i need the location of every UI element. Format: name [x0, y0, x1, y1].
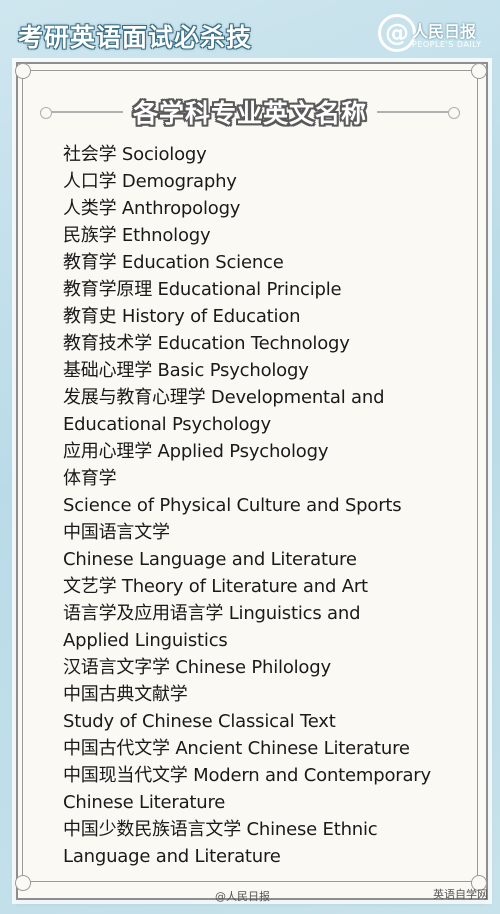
- list-item: 教育史 History of Education: [63, 306, 301, 327]
- list-item: 发展与教育心理学 Developmental and: [63, 387, 385, 408]
- list-item: 体育学: [63, 468, 117, 489]
- frame-corner-bottom-left: [15, 875, 31, 891]
- list-item: Chinese Language and Literature: [63, 549, 357, 570]
- header-ornament-right: [377, 107, 461, 119]
- frame-corner-top-right: [471, 63, 487, 79]
- logo-subtitle: PEOPLE'S DAILY: [412, 40, 482, 49]
- site-watermark: 英语自学网: [433, 888, 488, 901]
- list-item: 中国现当代文学 Modern and Contemporary: [63, 765, 431, 786]
- frame-corner-top-left: [15, 63, 31, 79]
- list-item: 中国古典文献学: [63, 684, 188, 705]
- list-item: 社会学 Sociology: [63, 144, 207, 165]
- list-item: 汉语言文字学 Chinese Philology: [63, 657, 331, 678]
- list-item: 教育学 Education Science: [63, 252, 284, 273]
- list-item: 人类学 Anthropology: [63, 198, 241, 219]
- card-title: 各学科专业英文名称: [133, 99, 368, 128]
- list-item: Study of Chinese Classical Text: [63, 711, 336, 732]
- list-item: 中国语言文学: [63, 522, 170, 543]
- list-item: Science of Physical Culture and Sports: [63, 495, 402, 516]
- list-item: 人口学 Demography: [63, 171, 237, 192]
- list-item: Educational Psychology: [63, 414, 271, 435]
- list-item: 基础心理学 Basic Psychology: [63, 360, 309, 381]
- logo-name: 人民日报: [412, 22, 477, 41]
- list-item: 文艺学 Theory of Literature and Art: [63, 576, 368, 597]
- header-ornament-left: [40, 107, 123, 119]
- card-header: 各学科专业英文名称: [40, 90, 461, 134]
- list-item: 教育学原理 Educational Principle: [63, 279, 342, 300]
- list-item: 语言学及应用语言学 Linguistics and: [63, 603, 361, 624]
- list-item: 中国少数民族语言文学 Chinese Ethnic: [63, 819, 378, 840]
- list-item: 中国古代文学 Ancient Chinese Literature: [63, 738, 410, 759]
- weibo-watermark: @人民日报: [215, 890, 270, 903]
- list-item: Chinese Literature: [63, 792, 226, 813]
- at-icon: @: [378, 14, 416, 52]
- list-item: 教育技术学 Education Technology: [63, 333, 350, 354]
- banner-title: 考研英语面试必杀技: [18, 23, 253, 52]
- list-item: 应用心理学 Applied Psychology: [63, 441, 329, 462]
- list-item: 民族学 Ethnology: [63, 225, 211, 246]
- people-daily-logo: @ 人民日报 PEOPLE'S DAILY: [378, 14, 490, 58]
- top-banner: 考研英语面试必杀技 @ 人民日报 PEOPLE'S DAILY: [0, 0, 500, 70]
- list-item: Applied Linguistics: [63, 630, 228, 651]
- list-item: Language and Literature: [63, 846, 281, 867]
- subject-list: 社会学 Sociology 人口学 Demography 人类学 Anthrop…: [63, 141, 483, 870]
